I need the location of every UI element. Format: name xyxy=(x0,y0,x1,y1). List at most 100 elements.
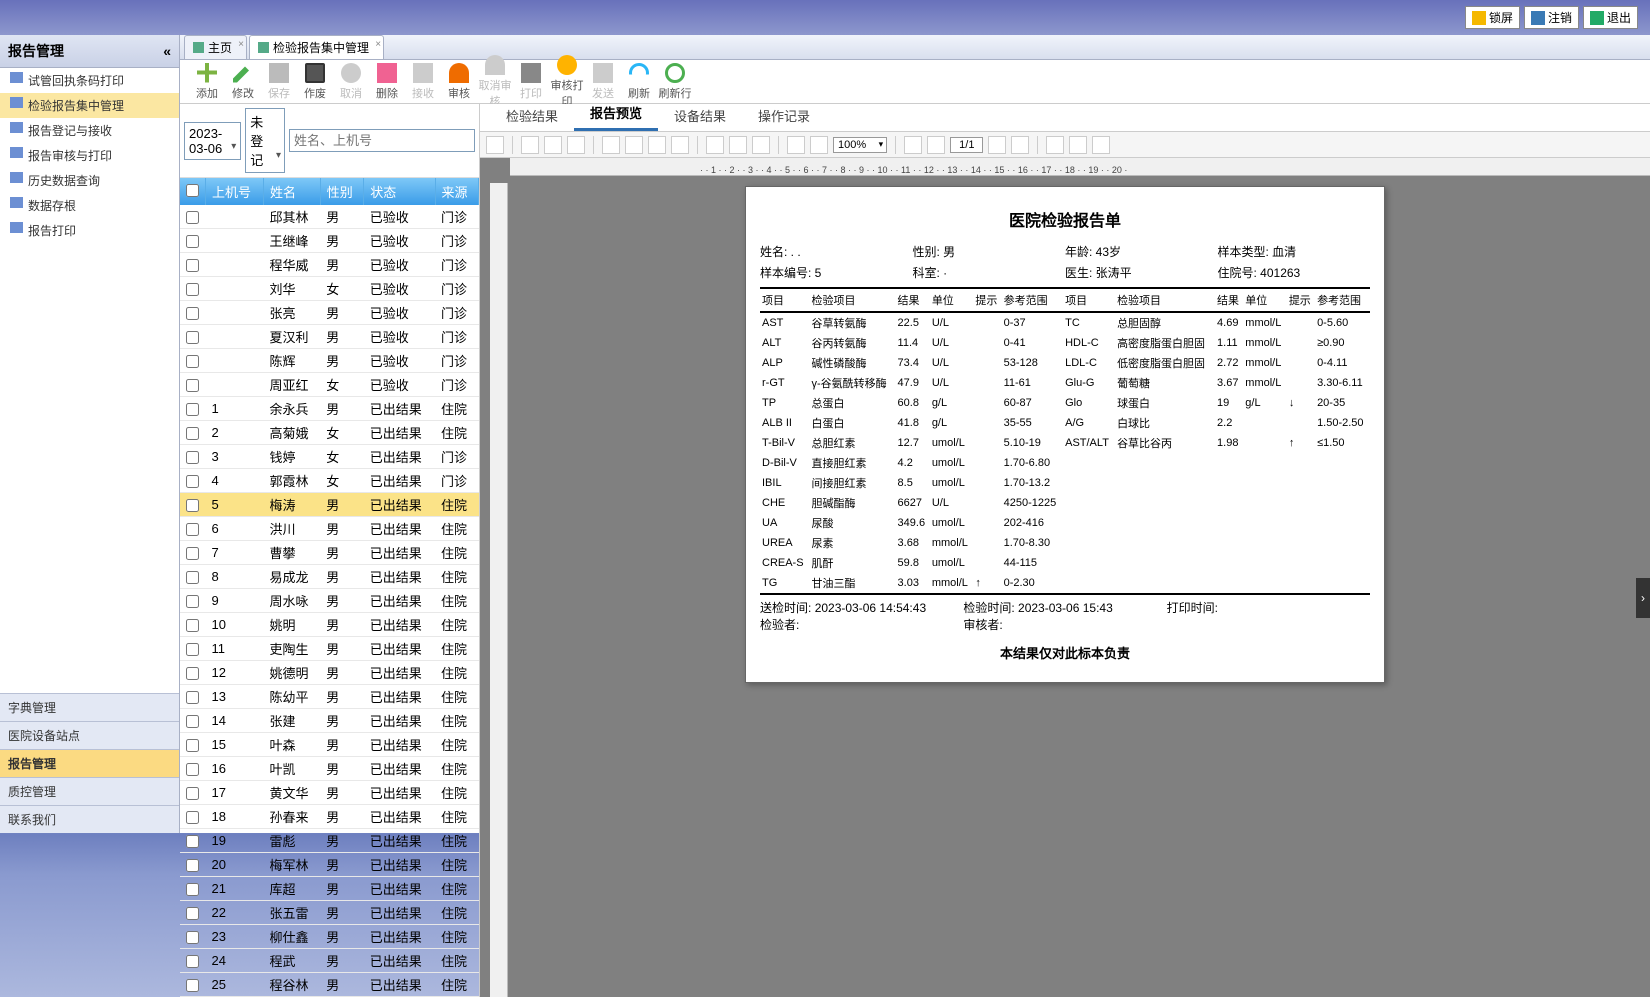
table-row[interactable]: 5梅涛男已出结果住院 xyxy=(180,493,479,517)
table-row[interactable]: 2高菊娥女已出结果住院 xyxy=(180,421,479,445)
nav-item[interactable]: 试管回执条码打印 xyxy=(0,68,179,93)
table-row[interactable]: 11吏陶生男已出结果住院 xyxy=(180,637,479,661)
row-checkbox[interactable] xyxy=(186,595,199,608)
del-button[interactable]: 删除 xyxy=(370,63,404,101)
table-row[interactable]: 14张建男已出结果住院 xyxy=(180,709,479,733)
row-checkbox[interactable] xyxy=(186,691,199,704)
row-checkbox[interactable] xyxy=(186,931,199,944)
nav-item[interactable]: 报告登记与接收 xyxy=(0,118,179,143)
main-tab[interactable]: 检验报告集中管理× xyxy=(249,35,384,59)
rt-icon-3[interactable] xyxy=(648,136,666,154)
record-grid[interactable]: 上机号姓名性别状态来源邱其林男已验收门诊王继峰男已验收门诊程华威男已验收门诊刘华… xyxy=(180,178,479,997)
rt-icon-4[interactable] xyxy=(671,136,689,154)
table-row[interactable]: 25程谷林男已出结果住院 xyxy=(180,973,479,997)
audit-button[interactable]: 审核 xyxy=(442,63,476,101)
row-checkbox[interactable] xyxy=(186,955,199,968)
rt-fit-icon[interactable] xyxy=(486,136,504,154)
preview-tab[interactable]: 检验结果 xyxy=(490,100,574,131)
table-row[interactable]: 12姚德明男已出结果住院 xyxy=(180,661,479,685)
table-row[interactable]: 3钱婷女已出结果门诊 xyxy=(180,445,479,469)
rt-last-icon[interactable] xyxy=(1011,136,1029,154)
row-checkbox[interactable] xyxy=(186,739,199,752)
rt-prev-icon[interactable] xyxy=(927,136,945,154)
rt-icon-1[interactable] xyxy=(602,136,620,154)
row-checkbox[interactable] xyxy=(186,787,199,800)
exit-button[interactable]: 退出 xyxy=(1583,6,1638,29)
rt-export-icon[interactable] xyxy=(544,136,562,154)
grid-header[interactable]: 状态 xyxy=(364,178,435,205)
table-row[interactable]: 23柳仕鑫男已出结果住院 xyxy=(180,925,479,949)
collapse-icon[interactable]: « xyxy=(163,43,171,59)
nav-footer-item[interactable]: 联系我们 xyxy=(0,805,179,833)
status-select[interactable]: 未登记 xyxy=(245,108,285,173)
rt-print-icon[interactable] xyxy=(521,136,539,154)
table-row[interactable]: 16叶凯男已出结果住院 xyxy=(180,757,479,781)
refr2-button[interactable]: 刷新行 xyxy=(658,63,692,101)
select-all-checkbox[interactable] xyxy=(186,184,199,197)
expand-handle[interactable]: › xyxy=(1636,578,1650,618)
row-checkbox[interactable] xyxy=(186,403,199,416)
add-button[interactable]: 添加 xyxy=(190,63,224,101)
row-checkbox[interactable] xyxy=(186,235,199,248)
rt-hand-icon[interactable] xyxy=(1046,136,1064,154)
rt-zoomout-icon[interactable] xyxy=(810,136,828,154)
table-row[interactable]: 刘华女已验收门诊 xyxy=(180,277,479,301)
rt-copy-icon[interactable] xyxy=(1092,136,1110,154)
table-row[interactable]: 21库超男已出结果住院 xyxy=(180,877,479,901)
table-row[interactable]: 王继峰男已验收门诊 xyxy=(180,229,479,253)
table-row[interactable]: 夏汉利男已验收门诊 xyxy=(180,325,479,349)
grid-header[interactable]: 姓名 xyxy=(263,178,320,205)
grid-header[interactable]: 上机号 xyxy=(206,178,264,205)
table-row[interactable]: 6洪川男已出结果住院 xyxy=(180,517,479,541)
main-tab[interactable]: 主页× xyxy=(184,35,247,59)
table-row[interactable]: 张亮男已验收门诊 xyxy=(180,301,479,325)
edit-button[interactable]: 修改 xyxy=(226,63,260,101)
row-checkbox[interactable] xyxy=(186,331,199,344)
row-checkbox[interactable] xyxy=(186,811,199,824)
row-checkbox[interactable] xyxy=(186,571,199,584)
row-checkbox[interactable] xyxy=(186,451,199,464)
rt-icon-6[interactable] xyxy=(729,136,747,154)
row-checkbox[interactable] xyxy=(186,259,199,272)
row-checkbox[interactable] xyxy=(186,283,199,296)
rt-icon-2[interactable] xyxy=(625,136,643,154)
table-row[interactable]: 10姚明男已出结果住院 xyxy=(180,613,479,637)
table-row[interactable]: 19雷彪男已出结果住院 xyxy=(180,829,479,853)
table-row[interactable]: 22张五雷男已出结果住院 xyxy=(180,901,479,925)
table-row[interactable]: 17黄文华男已出结果住院 xyxy=(180,781,479,805)
table-row[interactable]: 24程武男已出结果住院 xyxy=(180,949,479,973)
rt-ibeam-icon[interactable] xyxy=(1069,136,1087,154)
row-checkbox[interactable] xyxy=(186,307,199,320)
rt-icon-7[interactable] xyxy=(752,136,770,154)
table-row[interactable]: 周亚红女已验收门诊 xyxy=(180,373,479,397)
table-row[interactable]: 7曹攀男已出结果住院 xyxy=(180,541,479,565)
nav-footer-item[interactable]: 质控管理 xyxy=(0,777,179,805)
row-checkbox[interactable] xyxy=(186,475,199,488)
rt-zoomin-icon[interactable] xyxy=(787,136,805,154)
rt-find-icon[interactable] xyxy=(567,136,585,154)
row-checkbox[interactable] xyxy=(186,427,199,440)
row-checkbox[interactable] xyxy=(186,859,199,872)
row-checkbox[interactable] xyxy=(186,667,199,680)
row-checkbox[interactable] xyxy=(186,835,199,848)
row-checkbox[interactable] xyxy=(186,907,199,920)
row-checkbox[interactable] xyxy=(186,979,199,992)
nav-footer-item[interactable]: 字典管理 xyxy=(0,693,179,721)
void-button[interactable]: 作废 xyxy=(298,63,332,101)
row-checkbox[interactable] xyxy=(186,883,199,896)
rt-next-icon[interactable] xyxy=(988,136,1006,154)
row-checkbox[interactable] xyxy=(186,547,199,560)
nav-item[interactable]: 数据存根 xyxy=(0,193,179,218)
rt-first-icon[interactable] xyxy=(904,136,922,154)
report-canvas[interactable]: · · 1 · · 2 · · 3 · · 4 · · 5 · · 6 · · … xyxy=(480,158,1650,997)
row-checkbox[interactable] xyxy=(186,499,199,512)
search-input[interactable] xyxy=(289,129,475,152)
lock-button[interactable]: 锁屏 xyxy=(1465,6,1520,29)
date-select[interactable]: 2023-03-06 xyxy=(184,122,241,160)
row-checkbox[interactable] xyxy=(186,379,199,392)
grid-header[interactable]: 来源 xyxy=(435,178,479,205)
zoom-select[interactable]: 100% xyxy=(833,137,887,153)
table-row[interactable]: 4郭霞林女已出结果门诊 xyxy=(180,469,479,493)
table-row[interactable]: 1余永兵男已出结果住院 xyxy=(180,397,479,421)
grid-header[interactable]: 性别 xyxy=(320,178,363,205)
